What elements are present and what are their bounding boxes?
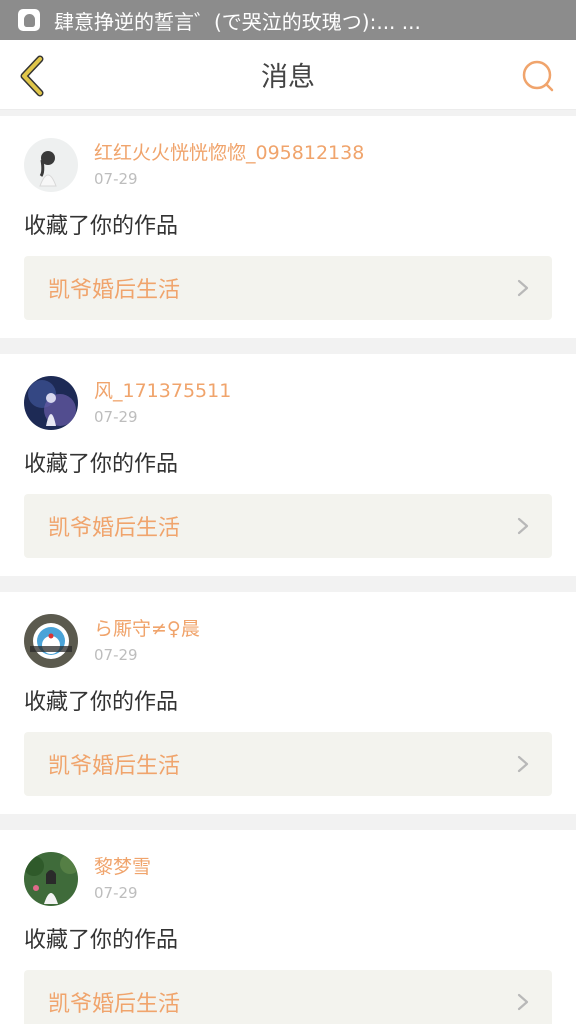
message-date: 07-29 bbox=[94, 646, 138, 664]
nav-bar: 消息 bbox=[0, 40, 576, 110]
avatar[interactable] bbox=[24, 376, 78, 430]
user-name[interactable]: 黎梦雪 bbox=[94, 854, 151, 880]
message-card: 风_171375511 07-29 收藏了你的作品 凯爷婚后生活 bbox=[0, 354, 576, 576]
message-date: 07-29 bbox=[94, 884, 138, 902]
search-icon[interactable] bbox=[520, 58, 556, 94]
avatar[interactable] bbox=[24, 852, 78, 906]
user-name[interactable]: 红红火火恍恍惚惚_095812138 bbox=[94, 140, 364, 166]
qq-notification-icon bbox=[18, 9, 40, 31]
message-card: ら厮守≠♀晨 07-29 收藏了你的作品 凯爷婚后生活 bbox=[0, 592, 576, 814]
action-text: 收藏了你的作品 bbox=[24, 452, 179, 477]
action-text: 收藏了你的作品 bbox=[24, 214, 179, 239]
message-card: 黎梦雪 07-29 收藏了你的作品 凯爷婚后生活 bbox=[0, 830, 576, 1024]
action-text: 收藏了你的作品 bbox=[24, 690, 179, 715]
work-title: 凯爷婚后生活 bbox=[48, 754, 181, 779]
message-list: 红红火火恍恍惚惚_095812138 07-29 收藏了你的作品 凯爷婚后生活 bbox=[0, 110, 576, 1024]
back-arrow-icon[interactable] bbox=[12, 54, 52, 98]
user-name[interactable]: ら厮守≠♀晨 bbox=[94, 616, 200, 642]
message-card: 红红火火恍恍惚惚_095812138 07-29 收藏了你的作品 凯爷婚后生活 bbox=[0, 116, 576, 338]
user-name[interactable]: 风_171375511 bbox=[94, 378, 231, 404]
work-title: 凯爷婚后生活 bbox=[48, 278, 181, 303]
avatar[interactable] bbox=[24, 138, 78, 192]
action-text: 收藏了你的作品 bbox=[24, 928, 179, 953]
message-date: 07-29 bbox=[94, 408, 138, 426]
chevron-right-icon bbox=[517, 993, 529, 1011]
work-link[interactable]: 凯爷婚后生活 bbox=[24, 970, 552, 1024]
notification-text: 肆意挣逆的誓言゛(で哭泣的玫瑰つ):... ... bbox=[54, 9, 421, 34]
work-link[interactable]: 凯爷婚后生活 bbox=[24, 256, 552, 320]
page-title: 消息 bbox=[261, 62, 315, 93]
chevron-right-icon bbox=[517, 755, 529, 773]
chevron-right-icon bbox=[517, 517, 529, 535]
work-link[interactable]: 凯爷婚后生活 bbox=[24, 732, 552, 796]
avatar[interactable] bbox=[24, 614, 78, 668]
work-title: 凯爷婚后生活 bbox=[48, 516, 181, 541]
work-title: 凯爷婚后生活 bbox=[48, 992, 181, 1017]
message-date: 07-29 bbox=[94, 170, 138, 188]
chevron-right-icon bbox=[517, 279, 529, 297]
work-link[interactable]: 凯爷婚后生活 bbox=[24, 494, 552, 558]
status-bar: 肆意挣逆的誓言゛(で哭泣的玫瑰つ):... ... bbox=[0, 0, 576, 40]
